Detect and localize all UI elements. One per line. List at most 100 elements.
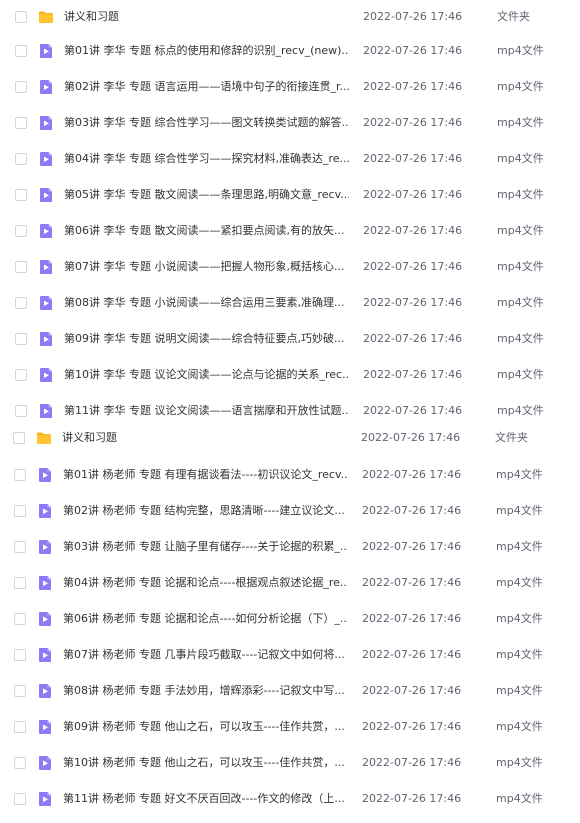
file-type: mp4文件 — [497, 152, 544, 165]
row-checkbox[interactable] — [14, 721, 26, 733]
video-file-icon — [39, 468, 51, 482]
file-name[interactable]: 第07讲 李华 专题 小说阅读——把握人物形象,概括核心... — [64, 259, 349, 275]
video-file-icon — [40, 260, 52, 274]
file-name[interactable]: 第02讲 杨老师 专题 结构完整，思路清晰----建立议论文... — [63, 503, 348, 519]
video-file-icon — [39, 576, 51, 590]
row-checkbox[interactable] — [14, 613, 26, 625]
file-row[interactable]: 第01讲 杨老师 专题 有理有据谈看法----初识议论文_recv... 2022… — [0, 458, 580, 494]
file-name[interactable]: 第01讲 李华 专题 标点的使用和修辞的识别_recv_(new).... — [64, 43, 349, 59]
row-checkbox[interactable] — [14, 469, 26, 481]
file-row[interactable]: 第07讲 李华 专题 小说阅读——把握人物形象,概括核心... 2022-07-2… — [0, 250, 580, 286]
file-type: mp4文件 — [496, 612, 543, 625]
file-type: mp4文件 — [496, 648, 543, 661]
file-name[interactable]: 第10讲 李华 专题 议论文阅读——论点与论据的关系_rec... — [64, 367, 349, 383]
file-name[interactable]: 第05讲 李华 专题 散文阅读——条理思路,明确文意_recv... — [64, 187, 349, 203]
file-row[interactable]: 第02讲 李华 专题 语言运用——语境中句子的衔接连贯_r... 2022-07-… — [0, 70, 580, 106]
file-type: mp4文件 — [497, 296, 544, 309]
file-type: mp4文件 — [497, 44, 544, 57]
row-checkbox[interactable] — [14, 649, 26, 661]
file-row[interactable]: 第08讲 杨老师 专题 手法妙用，增辉添彩----记叙文中写... 2022-07… — [0, 674, 580, 710]
file-name[interactable]: 第09讲 李华 专题 说明文阅读——综合特征要点,巧妙破... — [64, 331, 349, 347]
file-name[interactable]: 第01讲 杨老师 专题 有理有据谈看法----初识议论文_recv... — [63, 467, 348, 483]
file-row[interactable]: 第09讲 杨老师 专题 他山之石，可以攻玉----佳作共赏，... 2022-07… — [0, 710, 580, 746]
file-type: mp4文件 — [496, 540, 543, 553]
row-checkbox[interactable] — [14, 577, 26, 589]
file-name[interactable]: 第06讲 杨老师 专题 论据和论点----如何分析论据（下）_... — [63, 611, 348, 627]
row-checkbox[interactable] — [15, 261, 27, 273]
file-row[interactable]: 第06讲 李华 专题 散文阅读——紧扣要点阅读,有的放矢... 2022-07-2… — [0, 214, 580, 250]
file-type: mp4文件 — [497, 260, 544, 273]
file-modified-time: 2022-07-26 17:46 — [362, 468, 462, 481]
file-modified-time: 2022-07-26 17:46 — [363, 152, 463, 165]
video-file-icon — [39, 684, 51, 698]
file-type: mp4文件 — [497, 80, 544, 93]
video-file-icon — [40, 332, 52, 346]
file-modified-time: 2022-07-26 17:46 — [362, 576, 462, 589]
row-checkbox[interactable] — [15, 189, 27, 201]
video-file-icon — [40, 296, 52, 310]
file-type: mp4文件 — [497, 116, 544, 129]
file-modified-time: 2022-07-26 17:46 — [363, 80, 463, 93]
file-row[interactable]: 第03讲 李华 专题 综合性学习——图文转换类试题的解答... 2022-07-2… — [0, 106, 580, 142]
row-checkbox[interactable] — [15, 297, 27, 309]
file-row[interactable]: 第02讲 杨老师 专题 结构完整，思路清晰----建立议论文... 2022-07… — [0, 494, 580, 530]
row-checkbox[interactable] — [14, 793, 26, 805]
file-name[interactable]: 第09讲 杨老师 专题 他山之石，可以攻玉----佳作共赏，... — [63, 719, 348, 735]
file-name[interactable]: 第10讲 杨老师 专题 他山之石，可以攻玉----佳作共赏，... — [63, 755, 348, 771]
file-name[interactable]: 讲义和习题 — [64, 9, 349, 25]
file-row[interactable]: 第05讲 李华 专题 散文阅读——条理思路,明确文意_recv... 2022-0… — [0, 178, 580, 214]
file-row[interactable]: 第04讲 杨老师 专题 论据和论点----根据观点叙述论据_re... 2022-… — [0, 566, 580, 602]
file-row[interactable]: 第10讲 杨老师 专题 他山之石，可以攻玉----佳作共赏，... 2022-07… — [0, 746, 580, 782]
file-type: mp4文件 — [496, 468, 543, 481]
file-row[interactable]: 第03讲 杨老师 专题 让脑子里有储存----关于论据的积累_... 2022-0… — [0, 530, 580, 566]
file-row[interactable]: 第10讲 李华 专题 议论文阅读——论点与论据的关系_rec... 2022-07… — [0, 358, 580, 394]
row-checkbox[interactable] — [14, 541, 26, 553]
file-modified-time: 2022-07-26 17:46 — [363, 188, 463, 201]
row-checkbox[interactable] — [15, 45, 27, 57]
file-name[interactable]: 第03讲 李华 专题 综合性学习——图文转换类试题的解答... — [64, 115, 349, 131]
file-row[interactable]: 第11讲 杨老师 专题 好文不厌百回改----作文的修改（上... 2022-07… — [0, 782, 580, 818]
row-checkbox[interactable] — [15, 333, 27, 345]
video-file-icon — [39, 504, 51, 518]
row-checkbox[interactable] — [15, 225, 27, 237]
file-name[interactable]: 第02讲 李华 专题 语言运用——语境中句子的衔接连贯_r... — [64, 79, 349, 95]
video-file-icon — [40, 116, 52, 130]
file-modified-time: 2022-07-26 17:46 — [363, 10, 463, 23]
file-modified-time: 2022-07-26 17:46 — [363, 332, 463, 345]
row-checkbox[interactable] — [15, 153, 27, 165]
file-name[interactable]: 第11讲 李华 专题 议论文阅读——语言揣摩和开放性试题... — [64, 403, 349, 419]
file-type: mp4文件 — [496, 684, 543, 697]
folder-icon — [39, 11, 53, 23]
file-modified-time: 2022-07-26 17:46 — [363, 224, 463, 237]
row-checkbox[interactable] — [15, 11, 27, 23]
file-name[interactable]: 第07讲 杨老师 专题 几事片段巧截取----记叙文中如何将... — [63, 647, 348, 663]
row-checkbox[interactable] — [14, 685, 26, 697]
row-checkbox[interactable] — [14, 505, 26, 517]
row-checkbox[interactable] — [15, 81, 27, 93]
file-row[interactable]: 第08讲 李华 专题 小说阅读——综合运用三要素,准确理... 2022-07-2… — [0, 286, 580, 322]
file-row[interactable]: 第04讲 李华 专题 综合性学习——探究材料,准确表达_re... 2022-07… — [0, 142, 580, 178]
file-name[interactable]: 第06讲 李华 专题 散文阅读——紧扣要点阅读,有的放矢... — [64, 223, 349, 239]
row-checkbox[interactable] — [14, 757, 26, 769]
file-name[interactable]: 第08讲 杨老师 专题 手法妙用，增辉添彩----记叙文中写... — [63, 683, 348, 699]
file-row[interactable]: 讲义和习题 2022-07-26 17:46 文件夹 — [0, 0, 580, 36]
file-modified-time: 2022-07-26 17:46 — [362, 648, 462, 661]
file-type: 文件夹 — [495, 431, 528, 444]
file-name[interactable]: 第03讲 杨老师 专题 让脑子里有储存----关于论据的积累_... — [63, 539, 348, 555]
file-name[interactable]: 第04讲 李华 专题 综合性学习——探究材料,准确表达_re... — [64, 151, 349, 167]
file-name[interactable]: 第08讲 李华 专题 小说阅读——综合运用三要素,准确理... — [64, 295, 349, 311]
file-row[interactable]: 第06讲 杨老师 专题 论据和论点----如何分析论据（下）_... 2022-0… — [0, 602, 580, 638]
video-file-icon — [40, 404, 52, 418]
video-file-icon — [39, 612, 51, 626]
row-checkbox[interactable] — [13, 432, 25, 444]
file-name[interactable]: 讲义和习题 — [62, 430, 347, 446]
file-row[interactable]: 讲义和习题 2022-07-26 17:46 文件夹 — [0, 421, 580, 457]
file-row[interactable]: 第09讲 李华 专题 说明文阅读——综合特征要点,巧妙破... 2022-07-2… — [0, 322, 580, 358]
file-name[interactable]: 第11讲 杨老师 专题 好文不厌百回改----作文的修改（上... — [63, 791, 348, 807]
file-row[interactable]: 第01讲 李华 专题 标点的使用和修辞的识别_recv_(new).... 202… — [0, 34, 580, 70]
file-name[interactable]: 第04讲 杨老师 专题 论据和论点----根据观点叙述论据_re... — [63, 575, 348, 591]
file-row[interactable]: 第07讲 杨老师 专题 几事片段巧截取----记叙文中如何将... 2022-07… — [0, 638, 580, 674]
row-checkbox[interactable] — [15, 405, 27, 417]
row-checkbox[interactable] — [15, 117, 27, 129]
row-checkbox[interactable] — [15, 369, 27, 381]
